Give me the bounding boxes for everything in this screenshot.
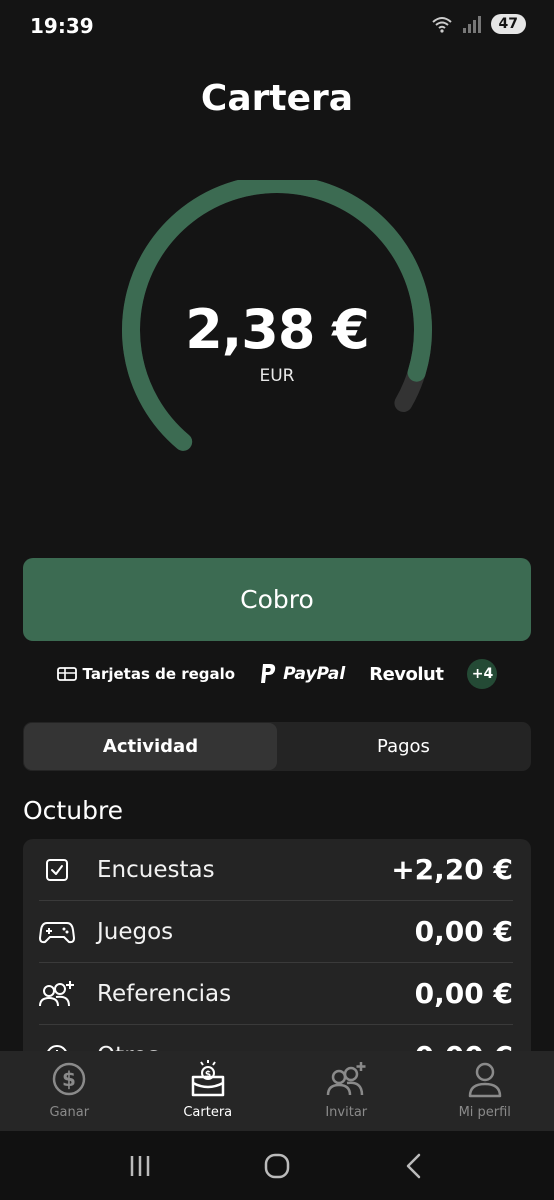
payment-methods: Tarjetas de regalo PayPal Revolut +4 (0, 658, 554, 690)
paypal-icon (261, 664, 276, 683)
list-item-encuestas[interactable]: Encuestas +2,20 € (39, 839, 513, 901)
wallet-tabs: Actividad Pagos (23, 722, 531, 771)
nav-label: Invitar (325, 1105, 368, 1120)
status-bar: 19:39 47 (0, 0, 554, 52)
gift-cards-label: Tarjetas de regalo (82, 665, 236, 683)
nav-ganar[interactable]: $ Ganar (0, 1051, 139, 1131)
signal-icon (462, 16, 481, 33)
list-item-juegos[interactable]: Juegos 0,00 € (39, 901, 513, 963)
paypal-method[interactable]: PayPal (259, 663, 345, 685)
revolut-label: Revolut (369, 663, 444, 685)
svg-text:$: $ (62, 1067, 76, 1091)
wifi-icon (431, 17, 452, 33)
cobro-button[interactable]: Cobro (23, 558, 531, 641)
dollar-icon: $ (53, 1062, 86, 1096)
tab-actividad[interactable]: Actividad (24, 723, 277, 770)
wallet-icon: $ (191, 1060, 224, 1097)
status-icons: 47 (431, 14, 526, 34)
month-label: Octubre (23, 796, 124, 825)
nav-label: Mi perfil (458, 1105, 511, 1120)
list-item-value: 0,00 € (414, 977, 513, 1010)
checkbox-icon (39, 852, 75, 888)
page-title: Cartera (200, 78, 354, 119)
nav-mi-perfil[interactable]: Mi perfil (416, 1051, 554, 1131)
gamepad-icon (39, 914, 75, 950)
gift-cards-method[interactable]: Tarjetas de regalo (56, 665, 236, 683)
list-item-label: Encuestas (97, 856, 215, 883)
bottom-nav: $ Ganar $ Cartera Invitar Mi perfil (0, 1051, 554, 1131)
nav-label: Cartera (183, 1105, 233, 1120)
nav-label: Ganar (49, 1105, 90, 1120)
list-item-label: Referencias (97, 980, 232, 1007)
svg-text:$: $ (205, 1070, 211, 1080)
paypal-label: PayPal (283, 664, 346, 684)
status-time: 19:39 (30, 14, 94, 38)
recent-apps-icon[interactable] (125, 1151, 155, 1181)
list-item-referencias[interactable]: Referencias 0,00 € (39, 963, 513, 1025)
back-icon[interactable] (399, 1151, 429, 1181)
revolut-method[interactable]: Revolut (369, 663, 444, 685)
home-icon[interactable] (262, 1151, 292, 1181)
add-user-icon (327, 1062, 366, 1096)
list-item-value: +2,20 € (391, 853, 513, 886)
gift-card-icon (56, 667, 77, 681)
nav-cartera[interactable]: $ Cartera (139, 1051, 278, 1131)
tab-pagos[interactable]: Pagos (277, 723, 530, 770)
more-methods-badge[interactable]: +4 (467, 659, 498, 689)
list-item-value: 0,00 € (414, 915, 513, 948)
list-item-label: Juegos (97, 918, 174, 945)
battery-icon: 47 (490, 14, 526, 34)
nav-invitar[interactable]: Invitar (277, 1051, 416, 1131)
balance-currency: EUR (259, 366, 295, 386)
user-icon (468, 1062, 501, 1098)
system-nav (0, 1131, 554, 1200)
referral-icon (39, 976, 75, 1012)
balance-amount: 2,38 € (185, 298, 370, 361)
